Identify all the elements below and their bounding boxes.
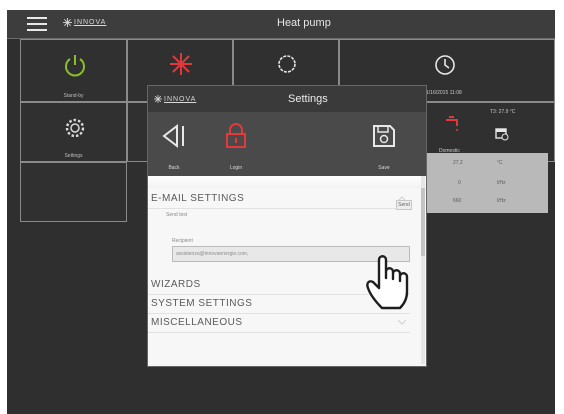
brand-logo: INNOVA (63, 18, 106, 27)
section-system-label: SYSTEM SETTINGS (151, 298, 253, 309)
hamburger-menu-icon[interactable] (27, 16, 47, 32)
save-button[interactable]: Save (364, 116, 404, 174)
reading-value: 0 (458, 180, 461, 186)
floppy-disk-icon (373, 125, 395, 147)
back-arrow-icon (162, 123, 184, 149)
snowflake-icon (170, 53, 192, 75)
settings-modal: INNOVA Settings Back Login Save E-MAIL S… (148, 86, 426, 366)
login-button[interactable]: Login (216, 116, 256, 174)
save-label: Save (378, 165, 390, 171)
login-label: Login (229, 165, 243, 171)
power-icon (65, 55, 85, 77)
tap-hand-icon (366, 255, 409, 310)
calendar-clock-icon (495, 128, 509, 141)
section-miscellaneous[interactable]: MISCELLANEOUS (148, 314, 410, 333)
brand-star-icon (154, 95, 162, 103)
section-misc-label: MISCELLANEOUS (151, 317, 243, 328)
reading-unit: °C (497, 160, 503, 166)
faucet-icon (446, 116, 458, 131)
section-wizards-label: WIZARDS (151, 279, 201, 290)
back-label: Back (168, 165, 180, 171)
back-button[interactable]: Back (154, 116, 194, 174)
tile-empty-row3 (20, 162, 127, 222)
readings-panel: 27.2 °C 0 l/Hz 660 l/Hz (425, 153, 548, 213)
chevron-down-icon (398, 320, 406, 325)
modal-scrollbar[interactable] (421, 176, 425, 364)
modal-title: Settings (288, 93, 328, 105)
modal-brand-logo: INNOVA (154, 95, 196, 103)
send-test-button[interactable]: Send (396, 200, 412, 210)
app-title: Heat pump (277, 17, 331, 29)
recipient-label: Recipient (172, 238, 193, 244)
reading-value: 660 (453, 198, 462, 204)
modal-toolbar: Back Login Save (148, 112, 426, 176)
modal-header: INNOVA Settings (148, 86, 426, 112)
standby-tile[interactable]: Stand-by (20, 39, 127, 102)
lock-icon (226, 123, 246, 148)
standby-label: Stand-by (63, 93, 84, 99)
brand-star-icon (63, 18, 72, 27)
temperature-text: T3: 27.9 °C (490, 109, 516, 115)
gear-icon (65, 118, 85, 138)
settings-tile[interactable]: Settings (20, 102, 127, 162)
scrollbar-thumb[interactable] (421, 188, 425, 256)
reading-unit: l/Hz (497, 180, 506, 186)
modal-brand-name: INNOVA (164, 95, 197, 103)
sun-icon (278, 55, 296, 73)
datetime-text: 1/16/2015 11:08 (426, 90, 462, 96)
section-email-label: E-MAIL SETTINGS (151, 193, 245, 204)
reading-unit: l/Hz (497, 198, 506, 204)
clock-icon (435, 55, 455, 75)
section-email-settings[interactable]: E-MAIL SETTINGS (148, 190, 410, 209)
brand-name: INNOVA (74, 19, 107, 26)
reading-value: 27.2 (453, 160, 463, 166)
top-bar: INNOVA Heat pump (7, 10, 555, 39)
settings-label: Settings (64, 153, 83, 159)
send-test-label: Send test (166, 212, 188, 218)
